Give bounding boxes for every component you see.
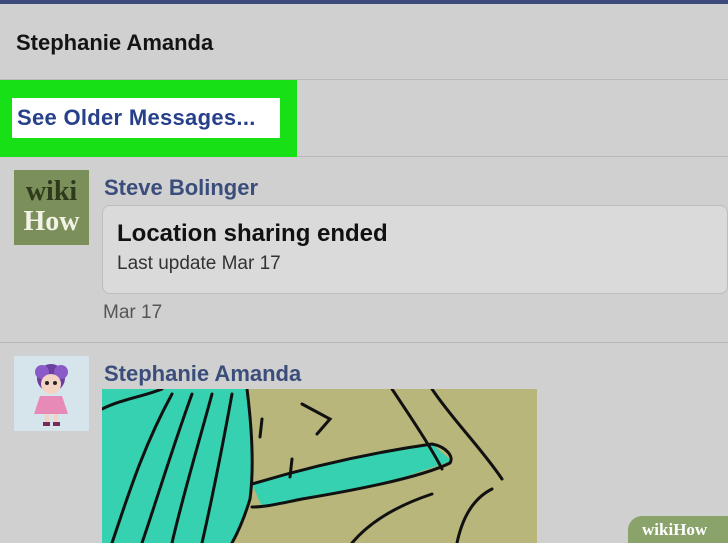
watermark-part1: wiki [642,520,674,539]
see-older-messages-link[interactable]: See Older Messages... [12,98,280,138]
watermark-part2: How [673,520,708,539]
avatar[interactable] [14,356,89,431]
avatar-text-bottom: How [23,206,80,237]
older-messages-bar: See Older Messages... [0,80,728,157]
card-title: Location sharing ended [117,220,388,247]
avatar[interactable]: wiki How [14,170,89,245]
conversation-header: Stephanie Amanda [0,4,728,80]
avatar-text-top: wiki [25,176,78,207]
message-date: Mar 17 [103,302,163,323]
conversation-title: Stephanie Amanda [16,30,214,55]
wikihow-watermark: wikiHow [628,516,728,543]
divider [0,342,728,343]
drawing-image[interactable] [102,389,537,543]
sender-name[interactable]: Stephanie Amanda [104,361,301,387]
card-subtitle: Last update Mar 17 [117,253,281,274]
sender-name[interactable]: Steve Bolinger [104,175,258,201]
drawing-illustration-icon [102,389,537,543]
doll-avatar-icon [14,356,89,431]
location-sharing-card[interactable]: Location sharing ended Last update Mar 1… [102,205,728,294]
